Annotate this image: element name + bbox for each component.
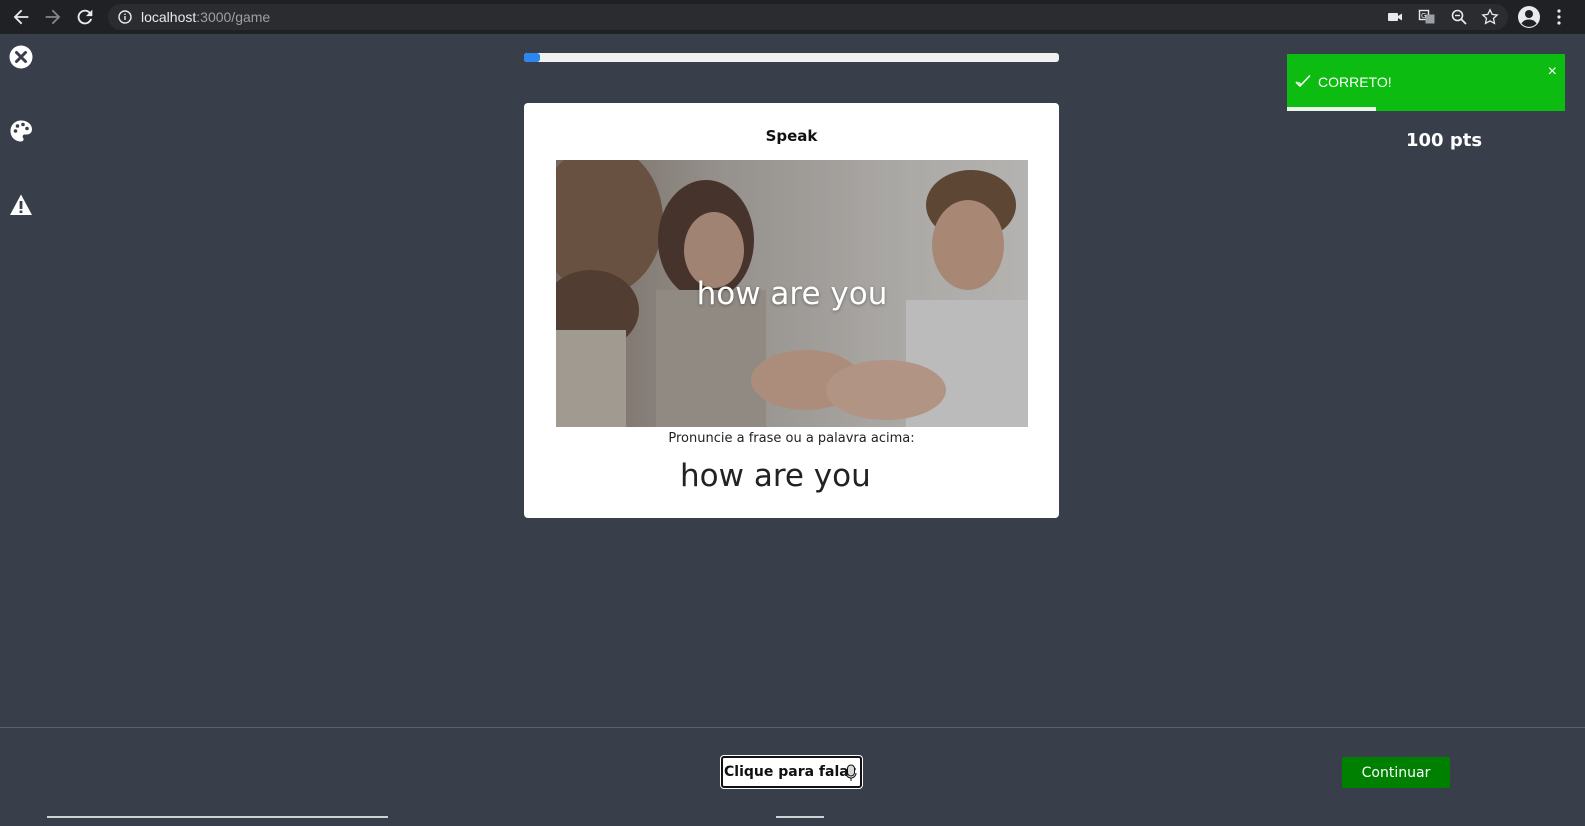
- browser-toolbar: localhost:3000/game G: [0, 0, 1585, 34]
- lesson-progress-bar: [524, 53, 1059, 62]
- camera-icon[interactable]: [1386, 8, 1404, 26]
- toast-timer-bar: [1287, 107, 1376, 111]
- speak-button-label: Clique para falar: [724, 764, 856, 780]
- toast-close-button[interactable]: ×: [1548, 64, 1557, 80]
- microphone-icon: [844, 764, 858, 782]
- warning-icon[interactable]: [9, 193, 33, 217]
- speak-button[interactable]: Clique para falar: [721, 756, 862, 788]
- check-icon: [1295, 74, 1311, 88]
- reload-icon[interactable]: [74, 6, 96, 28]
- toast-message: CORRETO!: [1318, 74, 1392, 90]
- forward-arrow-icon[interactable]: [42, 6, 64, 28]
- address-bar[interactable]: localhost:3000/game: [108, 4, 1508, 30]
- photo-caption: how are you: [696, 276, 888, 312]
- exercise-card: Speak how are you Pronuncie a frase ou a…: [524, 103, 1059, 518]
- url-host: localhost: [141, 9, 197, 25]
- svg-text:G: G: [1421, 12, 1426, 20]
- footer-divider: [0, 727, 1585, 728]
- profile-icon[interactable]: [1517, 5, 1541, 29]
- success-toast: CORRETO! ×: [1287, 54, 1565, 111]
- continue-button[interactable]: Continuar: [1342, 757, 1450, 788]
- back-arrow-icon[interactable]: [10, 6, 32, 28]
- info-icon[interactable]: [118, 10, 132, 24]
- exercise-photo: how are you: [556, 160, 1028, 427]
- palette-icon[interactable]: [9, 119, 33, 143]
- lesson-progress-fill: [524, 53, 541, 62]
- url-text: localhost:3000/game: [141, 10, 270, 24]
- more-icon[interactable]: [1555, 8, 1563, 26]
- bottom-scroll-bar-secondary: [776, 816, 824, 818]
- close-circle-icon[interactable]: [9, 45, 33, 69]
- exercise-title: Speak: [765, 127, 818, 145]
- instruction-text: Pronuncie a frase ou a palavra acima:: [668, 431, 915, 446]
- star-icon[interactable]: [1481, 8, 1499, 26]
- url-path: :3000/game: [196, 9, 271, 25]
- score-display: 100 pts: [1406, 130, 1483, 151]
- recognized-speech-text: how are you: [680, 458, 871, 494]
- translate-icon[interactable]: G: [1418, 8, 1436, 26]
- zoom-icon[interactable]: [1450, 8, 1468, 26]
- bottom-scroll-bar: [47, 816, 388, 818]
